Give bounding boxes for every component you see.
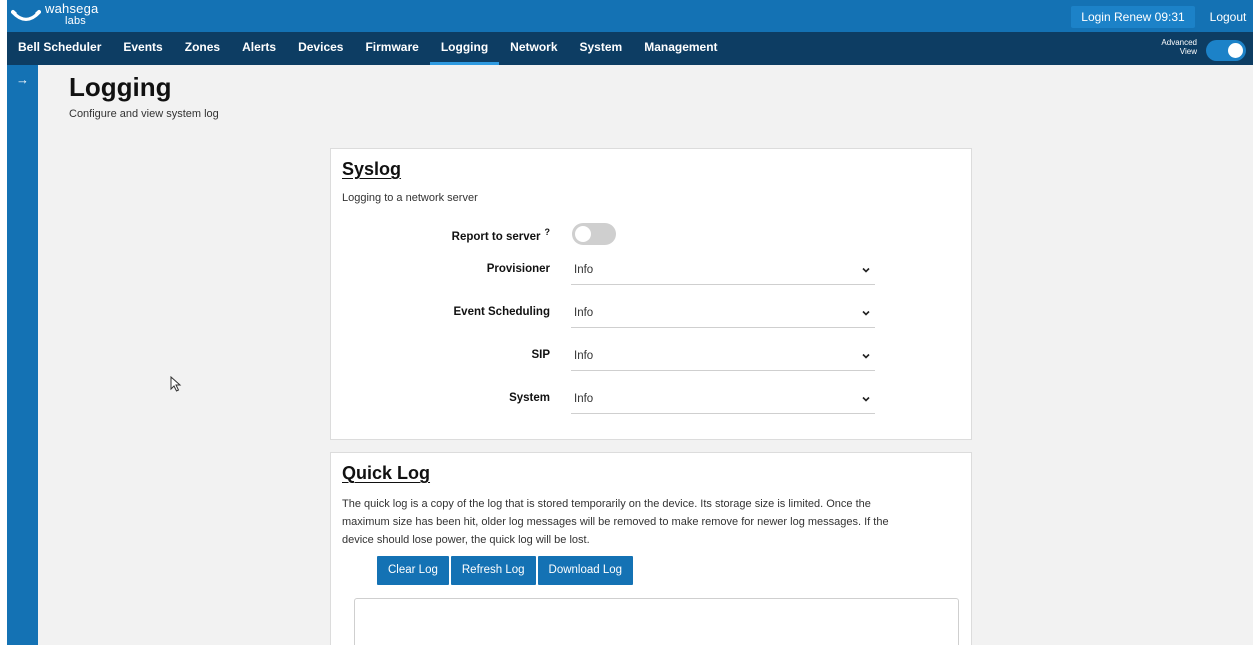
provisioner-value: Info <box>574 264 594 276</box>
advanced-view-label: Advanced View <box>1147 38 1197 56</box>
wahsega-logo-icon <box>11 10 41 21</box>
nav-items: Bell Scheduler Events Zones Alerts Devices Fi… <box>7 32 729 65</box>
page-title: Logging <box>69 72 172 102</box>
sidebar-strip: → <box>7 65 38 645</box>
report-to-server-text: Report to server <box>451 230 541 243</box>
quick-log-title: Quick Log <box>342 463 431 483</box>
syslog-title: Syslog <box>342 159 402 179</box>
quick-log-desc-line3: device should lose power, the quick log … <box>342 534 590 546</box>
logo-wordmark: wahsega labs <box>45 1 99 27</box>
event-scheduling-value: Info <box>574 307 594 319</box>
event-scheduling-label: Event Scheduling <box>453 306 551 318</box>
report-toggle-knob <box>575 226 591 242</box>
arrow-right-icon[interactable]: → <box>7 73 38 87</box>
system-value: Info <box>574 393 594 405</box>
nav-item-devices[interactable]: Devices <box>287 32 354 65</box>
quick-log-card: Quick Log The quick log is a copy of the… <box>330 452 972 645</box>
wahsega-logo[interactable]: wahsega labs <box>11 2 98 30</box>
report-to-server-row: Report to server? <box>331 219 971 249</box>
sip-value: Info <box>574 350 594 362</box>
report-to-server-label: Report to server? <box>331 227 550 243</box>
system-select[interactable]: Info <box>571 384 875 414</box>
quick-log-desc-line2: maximum size has been hit, older log mes… <box>342 516 889 528</box>
logout-button[interactable]: Logout <box>1203 6 1253 28</box>
system-label: System <box>509 392 550 404</box>
nav-item-events[interactable]: Events <box>112 32 173 65</box>
refresh-log-button[interactable]: Refresh Log <box>450 556 536 585</box>
report-to-server-toggle[interactable] <box>572 223 616 245</box>
main-nav: Bell Scheduler Events Zones Alerts Devices Fi… <box>7 32 1253 65</box>
advanced-view-label-line1: Advanced <box>1161 38 1197 47</box>
chevron-down-icon <box>862 310 870 316</box>
quick-log-textarea[interactable] <box>354 598 959 645</box>
download-log-button[interactable]: Download Log <box>537 556 634 585</box>
advanced-view-toggle[interactable] <box>1206 40 1246 61</box>
logo-line2: labs <box>65 15 86 27</box>
nav-item-logging[interactable]: Logging <box>429 32 500 65</box>
event-scheduling-row: Event Scheduling Info <box>331 298 971 328</box>
event-scheduling-select[interactable]: Info <box>571 298 875 328</box>
quick-log-description: The quick log is a copy of the log that … <box>342 495 889 549</box>
sip-row: SIP Info <box>331 341 971 371</box>
provisioner-row: Provisioner Info <box>331 255 971 285</box>
syslog-card: Syslog Logging to a network server Repor… <box>330 148 972 440</box>
nav-item-management[interactable]: Management <box>633 32 728 65</box>
provisioner-select[interactable]: Info <box>571 255 875 285</box>
clear-log-button[interactable]: Clear Log <box>377 556 449 585</box>
help-icon[interactable]: ? <box>545 227 551 237</box>
sip-select[interactable]: Info <box>571 341 875 371</box>
nav-item-alerts[interactable]: Alerts <box>231 32 287 65</box>
quick-log-desc-line1: The quick log is a copy of the log that … <box>342 498 871 510</box>
nav-item-firmware[interactable]: Firmware <box>354 32 429 65</box>
sip-label: SIP <box>531 349 550 361</box>
logo-line1: wahsega <box>45 1 99 16</box>
chevron-down-icon <box>862 267 870 273</box>
nav-item-zones[interactable]: Zones <box>174 32 231 65</box>
login-renew-button[interactable]: Login Renew 09:31 <box>1071 6 1195 28</box>
provisioner-label: Provisioner <box>486 263 550 275</box>
chevron-down-icon <box>862 353 870 359</box>
top-header: wahsega labs Login Renew 09:31 Logout <box>7 0 1253 32</box>
advanced-view-toggle-knob <box>1228 43 1243 58</box>
system-row: System Info <box>331 384 971 414</box>
mouse-cursor-icon <box>170 376 182 392</box>
quick-log-buttons: Clear Log Refresh Log Download Log <box>377 556 635 585</box>
chevron-down-icon <box>862 396 870 402</box>
app-frame: wahsega labs Login Renew 09:31 Logout Be… <box>7 0 1253 645</box>
nav-item-network[interactable]: Network <box>499 32 568 65</box>
page-subtitle: Configure and view system log <box>69 108 219 120</box>
nav-item-bell-scheduler[interactable]: Bell Scheduler <box>7 32 112 65</box>
advanced-view-label-line2: View <box>1179 47 1197 56</box>
syslog-description: Logging to a network server <box>342 192 478 204</box>
nav-item-system[interactable]: System <box>569 32 634 65</box>
